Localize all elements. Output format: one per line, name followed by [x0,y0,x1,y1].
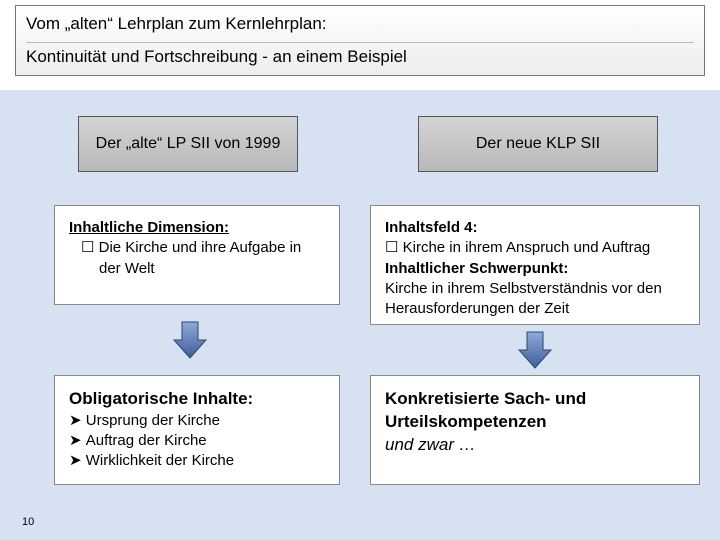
old-dimension-item: Die Kirche und ihre Aufgabe in der Welt [69,238,325,279]
new-field-item-2: Kirche in ihrem Selbstverständnis vor de… [385,279,685,320]
new-competence-tail: und zwar … [385,434,685,457]
arrow-down-icon [515,330,555,370]
new-field-heading-2: Inhaltlicher Schwerpunkt: [385,259,685,279]
title-line-1: Vom „alten“ Lehrplan zum Kernlehrplan: [26,10,694,42]
old-obligatory-item-3: Wirklichkeit der Kirche [69,451,325,471]
old-obligatory-box: Obligatorische Inhalte: Ursprung der Kir… [54,375,340,485]
column-header-new-label: Der neue KLP SII [476,135,600,153]
new-field-item-1: Kirche in ihrem Anspruch und Auftrag [385,238,685,258]
new-competence-box: Konkretisierte Sach- und Urteilskompeten… [370,375,700,485]
old-obligatory-item-1: Ursprung der Kirche [69,411,325,431]
column-header-old: Der „alte“ LP SII von 1999 [78,116,298,172]
slide-title-box: Vom „alten“ Lehrplan zum Kernlehrplan: K… [15,5,705,76]
new-field-heading-1: Inhaltsfeld 4: [385,218,685,238]
title-line-2: Kontinuität und Fortschreibung - an eine… [26,42,694,71]
arrow-down-icon [170,320,210,360]
new-competence-heading: Konkretisierte Sach- und Urteilskompeten… [385,388,685,434]
column-header-new: Der neue KLP SII [418,116,658,172]
old-dimension-box: Inhaltliche Dimension: Die Kirche und ih… [54,205,340,305]
old-obligatory-item-2: Auftrag der Kirche [69,431,325,451]
column-header-old-label: Der „alte“ LP SII von 1999 [96,135,281,153]
old-obligatory-heading: Obligatorische Inhalte: [69,388,325,411]
new-field-box: Inhaltsfeld 4: Kirche in ihrem Anspruch … [370,205,700,325]
old-dimension-heading: Inhaltliche Dimension: [69,218,325,238]
page-number: 10 [22,516,34,528]
